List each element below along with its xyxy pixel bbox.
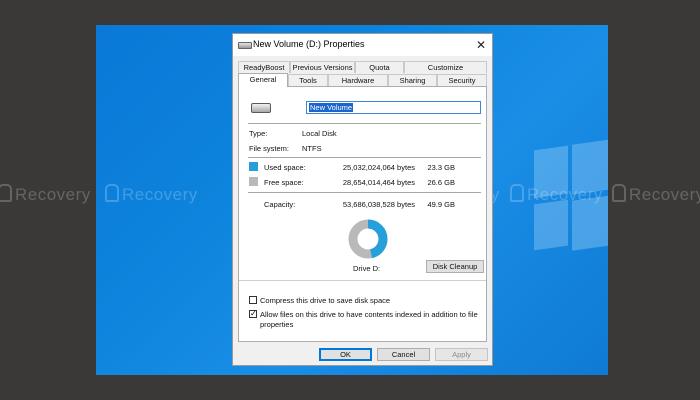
- cancel-button[interactable]: Cancel: [377, 348, 430, 361]
- disk-usage-donut-chart: [348, 219, 388, 259]
- compress-checkbox[interactable]: [249, 296, 257, 304]
- compress-label: Compress this drive to save disk space: [260, 296, 391, 305]
- volume-name-input[interactable]: New Volume: [306, 101, 481, 114]
- capacity-size: 49.9 GB: [427, 200, 455, 209]
- type-value: Local Disk: [302, 129, 337, 138]
- tab-sharing[interactable]: Sharing: [388, 74, 437, 86]
- general-tab-panel: New Volume Type: Local Disk File system:…: [238, 86, 487, 342]
- window-title: New Volume (D:) Properties: [253, 39, 365, 49]
- watermark-text: Recovery: [0, 184, 91, 205]
- used-space-size: 23.3 GB: [427, 163, 455, 172]
- tab-security[interactable]: Security: [437, 74, 487, 86]
- capacity-label: Capacity:: [264, 200, 296, 209]
- drive-icon: [238, 42, 252, 49]
- free-space-size: 26.6 GB: [427, 178, 455, 187]
- index-label-line1: Allow files on this drive to have conten…: [260, 310, 478, 319]
- watermark-text: Recovery: [105, 184, 198, 205]
- title-bar[interactable]: New Volume (D:) Properties ✕: [233, 34, 492, 56]
- watermark-text: Recovery: [612, 184, 700, 205]
- disk-cleanup-button[interactable]: Disk Cleanup: [426, 260, 484, 273]
- separator: [248, 123, 481, 124]
- index-label-line2: properties: [260, 320, 294, 329]
- file-system-label: File system:: [249, 144, 290, 153]
- close-button[interactable]: ✕: [472, 36, 490, 54]
- index-checkbox[interactable]: ✓: [249, 310, 257, 318]
- free-space-swatch: [249, 177, 258, 186]
- apply-button[interactable]: Apply: [435, 348, 488, 361]
- tab-quota[interactable]: Quota: [355, 61, 404, 73]
- separator: [239, 280, 486, 281]
- separator: [248, 157, 481, 158]
- free-space-label: Free space:: [264, 178, 304, 187]
- tab-customize[interactable]: Customize: [404, 61, 487, 73]
- ok-button[interactable]: OK: [319, 348, 372, 361]
- tab-general[interactable]: General: [238, 73, 288, 87]
- tab-tools[interactable]: Tools: [288, 74, 328, 86]
- tab-previous-versions[interactable]: Previous Versions: [290, 61, 355, 73]
- tab-hardware[interactable]: Hardware: [328, 74, 388, 86]
- used-space-label: Used space:: [264, 163, 306, 172]
- capacity-bytes: 53,686,038,528 bytes: [342, 200, 415, 209]
- used-space-bytes: 25,032,024,064 bytes: [342, 163, 415, 172]
- watermark-text: Recovery: [510, 184, 603, 205]
- file-system-value: NTFS: [302, 144, 322, 153]
- type-label: Type:: [249, 129, 268, 138]
- tab-readyboost[interactable]: ReadyBoost: [238, 61, 290, 73]
- drive-icon: [251, 103, 271, 113]
- windows-logo: [526, 139, 608, 270]
- separator: [248, 192, 481, 193]
- free-space-bytes: 28,654,014,464 bytes: [342, 178, 415, 187]
- drive-label: Drive D:: [353, 264, 381, 273]
- properties-dialog: New Volume (D:) Properties ✕ ReadyBoost …: [232, 33, 493, 366]
- used-space-swatch: [249, 162, 258, 171]
